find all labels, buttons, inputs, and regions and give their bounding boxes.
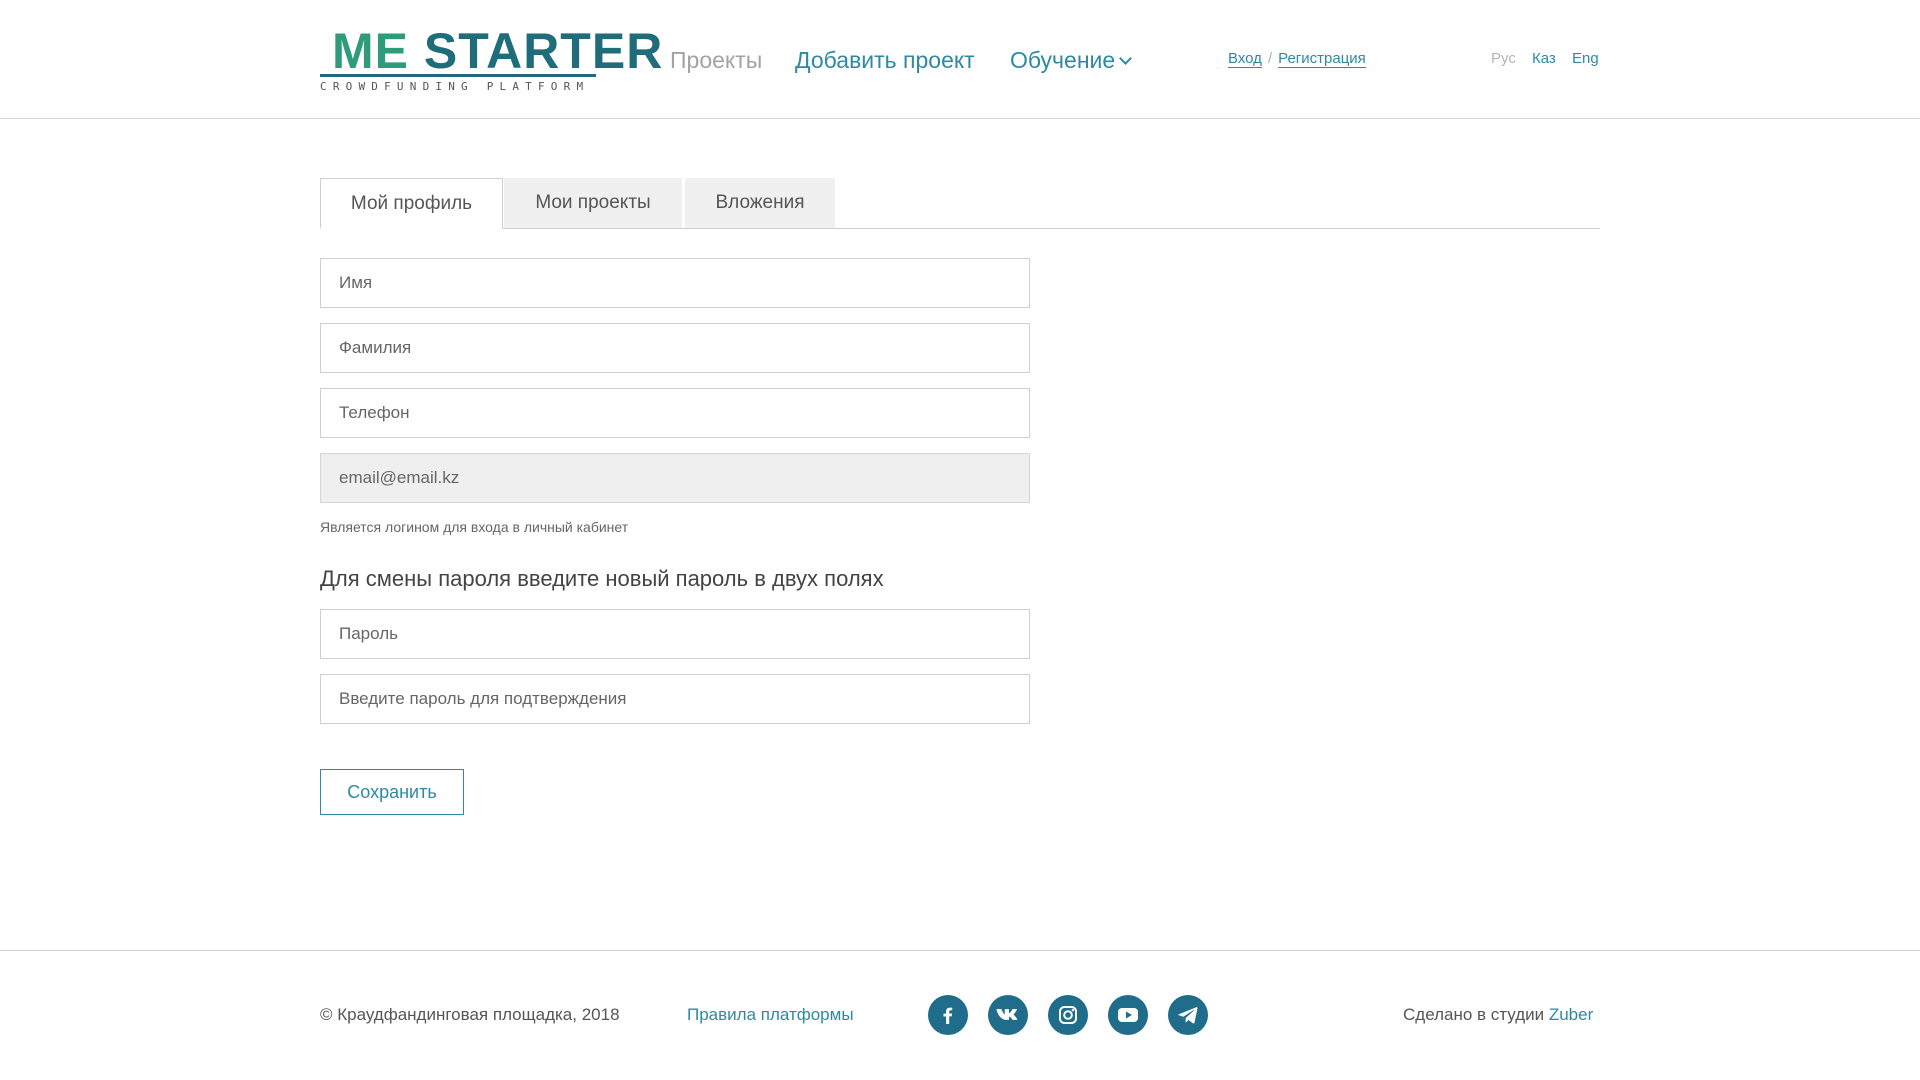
language-switcher: Рус Каз Eng [1491, 50, 1611, 67]
studio-link[interactable]: Zuber [1549, 1005, 1593, 1024]
logo-subtitle: CROWDFUNDING PLATFORM [320, 80, 590, 93]
save-button[interactable]: Сохранить [320, 769, 464, 815]
login-link[interactable]: Вход [1228, 50, 1262, 68]
nav-add-project-link[interactable]: Добавить проект [795, 45, 975, 75]
footer-copyright: © Краудфандинговая площадка, 2018 [320, 1005, 620, 1024]
auth-separator: / [1267, 50, 1273, 67]
chevron-down-icon [1119, 52, 1133, 65]
email-field [320, 453, 1030, 503]
lang-kz[interactable]: Каз [1532, 50, 1556, 67]
logo-me-text: ME [332, 23, 409, 79]
email-hint: Является логином для входа в личный каби… [320, 519, 629, 535]
logo-starter-text: STARTER [423, 23, 664, 79]
tab-my-projects[interactable]: Мои проекты [504, 178, 682, 228]
nav-learning-dropdown[interactable]: Обучение [1010, 45, 1133, 75]
tab-my-profile[interactable]: Мой профиль [320, 178, 503, 229]
footer-divider [0, 950, 1920, 951]
instagram-icon[interactable] [1048, 995, 1088, 1035]
tab-investments[interactable]: Вложения [685, 178, 835, 228]
profile-tabs: Мой профиль Мои проекты Вложения [320, 178, 1600, 229]
first-name-input[interactable] [320, 258, 1030, 308]
phone-input[interactable] [320, 388, 1030, 438]
telegram-icon[interactable] [1168, 995, 1208, 1035]
made-by-label: Сделано в студии [1403, 1005, 1545, 1024]
vk-icon[interactable] [988, 995, 1028, 1035]
lang-ru[interactable]: Рус [1491, 50, 1516, 67]
password-section-heading: Для смены пароля введите новый пароль в … [320, 566, 884, 591]
logo-underline [320, 74, 596, 77]
site-header: ME STARTER CROWDFUNDING PLATFORM Проекты… [0, 0, 1920, 119]
last-name-input[interactable] [320, 323, 1030, 373]
nav-learning-label: Обучение [1010, 47, 1116, 73]
auth-links: Вход / Регистрация [1228, 50, 1366, 68]
youtube-icon[interactable] [1108, 995, 1148, 1035]
password-confirm-input[interactable] [320, 674, 1030, 724]
lang-en[interactable]: Eng [1572, 50, 1599, 67]
password-input[interactable] [320, 609, 1030, 659]
logo[interactable]: ME STARTER CROWDFUNDING PLATFORM [320, 26, 662, 93]
nav-projects-link[interactable]: Проекты [670, 45, 762, 75]
footer-credits: Сделано в студии Zuber [1403, 1005, 1593, 1025]
logo-wordmark: ME STARTER [332, 26, 663, 76]
facebook-icon[interactable] [928, 995, 968, 1035]
register-link[interactable]: Регистрация [1278, 50, 1366, 68]
platform-rules-link[interactable]: Правила платформы [687, 1005, 854, 1025]
